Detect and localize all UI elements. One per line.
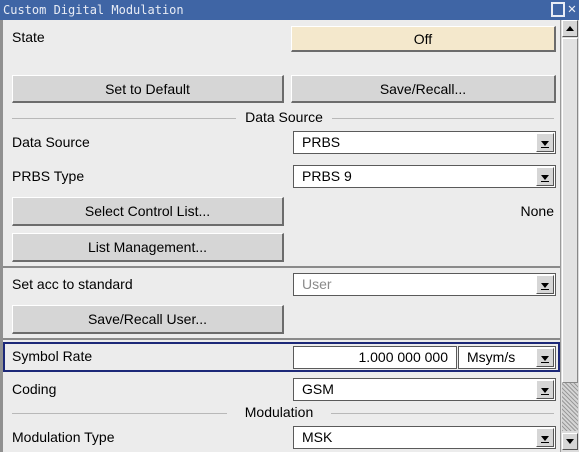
set-to-default-button[interactable]: Set to Default bbox=[12, 75, 284, 103]
select-control-list-button[interactable]: Select Control List... bbox=[12, 197, 284, 226]
section-line-right bbox=[332, 118, 554, 119]
symbol-rate-label: Symbol Rate bbox=[12, 348, 93, 364]
coding-select[interactable]: GSM bbox=[293, 378, 556, 401]
control-list-row: Select Control List... None bbox=[3, 196, 560, 230]
prbs-type-select[interactable]: PRBS 9 bbox=[293, 165, 556, 188]
scrollbar-thumb[interactable] bbox=[562, 38, 578, 383]
scrollbar-track[interactable] bbox=[562, 383, 578, 431]
symbol-rate-unit: Msym/s bbox=[467, 349, 516, 365]
dropdown-arrow-icon[interactable] bbox=[536, 380, 554, 399]
standard-value: User bbox=[302, 276, 332, 292]
section-divider bbox=[3, 338, 560, 340]
data-source-section-header: Data Source bbox=[3, 109, 560, 125]
section-line-right bbox=[331, 413, 554, 414]
data-source-select[interactable]: PRBS bbox=[293, 131, 556, 154]
modulation-type-label: Modulation Type bbox=[12, 429, 115, 445]
custom-digital-modulation-window: Custom Digital Modulation ✕ State Off Se… bbox=[0, 0, 579, 452]
dropdown-arrow-icon[interactable] bbox=[536, 167, 554, 186]
modulation-section-title: Modulation bbox=[244, 404, 314, 420]
standard-label: Set acc to standard bbox=[12, 276, 133, 292]
data-source-row: Data Source PRBS bbox=[3, 126, 560, 160]
settings-panel: State Off Set to Default Save/Recall... … bbox=[0, 20, 560, 452]
window-titlebar[interactable]: Custom Digital Modulation ✕ bbox=[0, 0, 579, 20]
modulation-type-select[interactable]: MSK bbox=[293, 426, 556, 449]
default-row: Set to Default Save/Recall... bbox=[3, 57, 560, 107]
dropdown-arrow-icon[interactable] bbox=[536, 348, 554, 367]
vertical-scrollbar[interactable] bbox=[560, 20, 579, 452]
symbol-rate-row: Symbol Rate 1.000 000 000 Msym/s bbox=[3, 342, 560, 372]
state-label: State bbox=[12, 29, 45, 45]
save-recall-user-row: Save/Recall User... bbox=[3, 303, 560, 339]
window-title: Custom Digital Modulation bbox=[3, 3, 184, 17]
dropdown-arrow-icon[interactable] bbox=[536, 275, 554, 294]
symbol-rate-input[interactable]: 1.000 000 000 bbox=[293, 346, 457, 369]
data-source-value: PRBS bbox=[302, 134, 341, 150]
data-source-label: Data Source bbox=[12, 134, 90, 150]
standard-select[interactable]: User bbox=[293, 273, 556, 296]
state-toggle-button[interactable]: Off bbox=[291, 26, 556, 52]
coding-row: Coding GSM bbox=[3, 375, 560, 405]
close-icon[interactable]: ✕ bbox=[565, 2, 579, 17]
scroll-up-icon[interactable] bbox=[562, 20, 578, 37]
prbs-type-label: PRBS Type bbox=[12, 168, 85, 184]
coding-value: GSM bbox=[302, 381, 334, 397]
modulation-type-value: MSK bbox=[302, 429, 333, 445]
standard-row: Set acc to standard User bbox=[3, 269, 560, 301]
section-line-left bbox=[12, 118, 236, 119]
save-recall-button[interactable]: Save/Recall... bbox=[291, 75, 556, 103]
dropdown-arrow-icon[interactable] bbox=[536, 428, 554, 447]
control-list-value: None bbox=[520, 203, 554, 219]
section-line-left bbox=[12, 413, 227, 414]
save-recall-user-button[interactable]: Save/Recall User... bbox=[12, 305, 284, 334]
list-management-row: List Management... bbox=[3, 231, 560, 267]
scroll-down-icon[interactable] bbox=[562, 433, 578, 450]
state-row: State Off bbox=[3, 20, 560, 56]
prbs-type-row: PRBS Type PRBS 9 bbox=[3, 160, 560, 194]
prbs-type-value: PRBS 9 bbox=[302, 168, 352, 184]
modulation-section-header: Modulation bbox=[3, 404, 560, 420]
coding-label: Coding bbox=[12, 381, 57, 397]
data-source-section-title: Data Source bbox=[245, 109, 323, 125]
section-divider bbox=[3, 266, 560, 268]
maximize-icon[interactable] bbox=[551, 2, 565, 17]
list-management-button[interactable]: List Management... bbox=[12, 233, 284, 262]
symbol-rate-unit-select[interactable]: Msym/s bbox=[458, 346, 556, 369]
modulation-type-row: Modulation Type MSK bbox=[3, 421, 560, 452]
dropdown-arrow-icon[interactable] bbox=[536, 133, 554, 152]
